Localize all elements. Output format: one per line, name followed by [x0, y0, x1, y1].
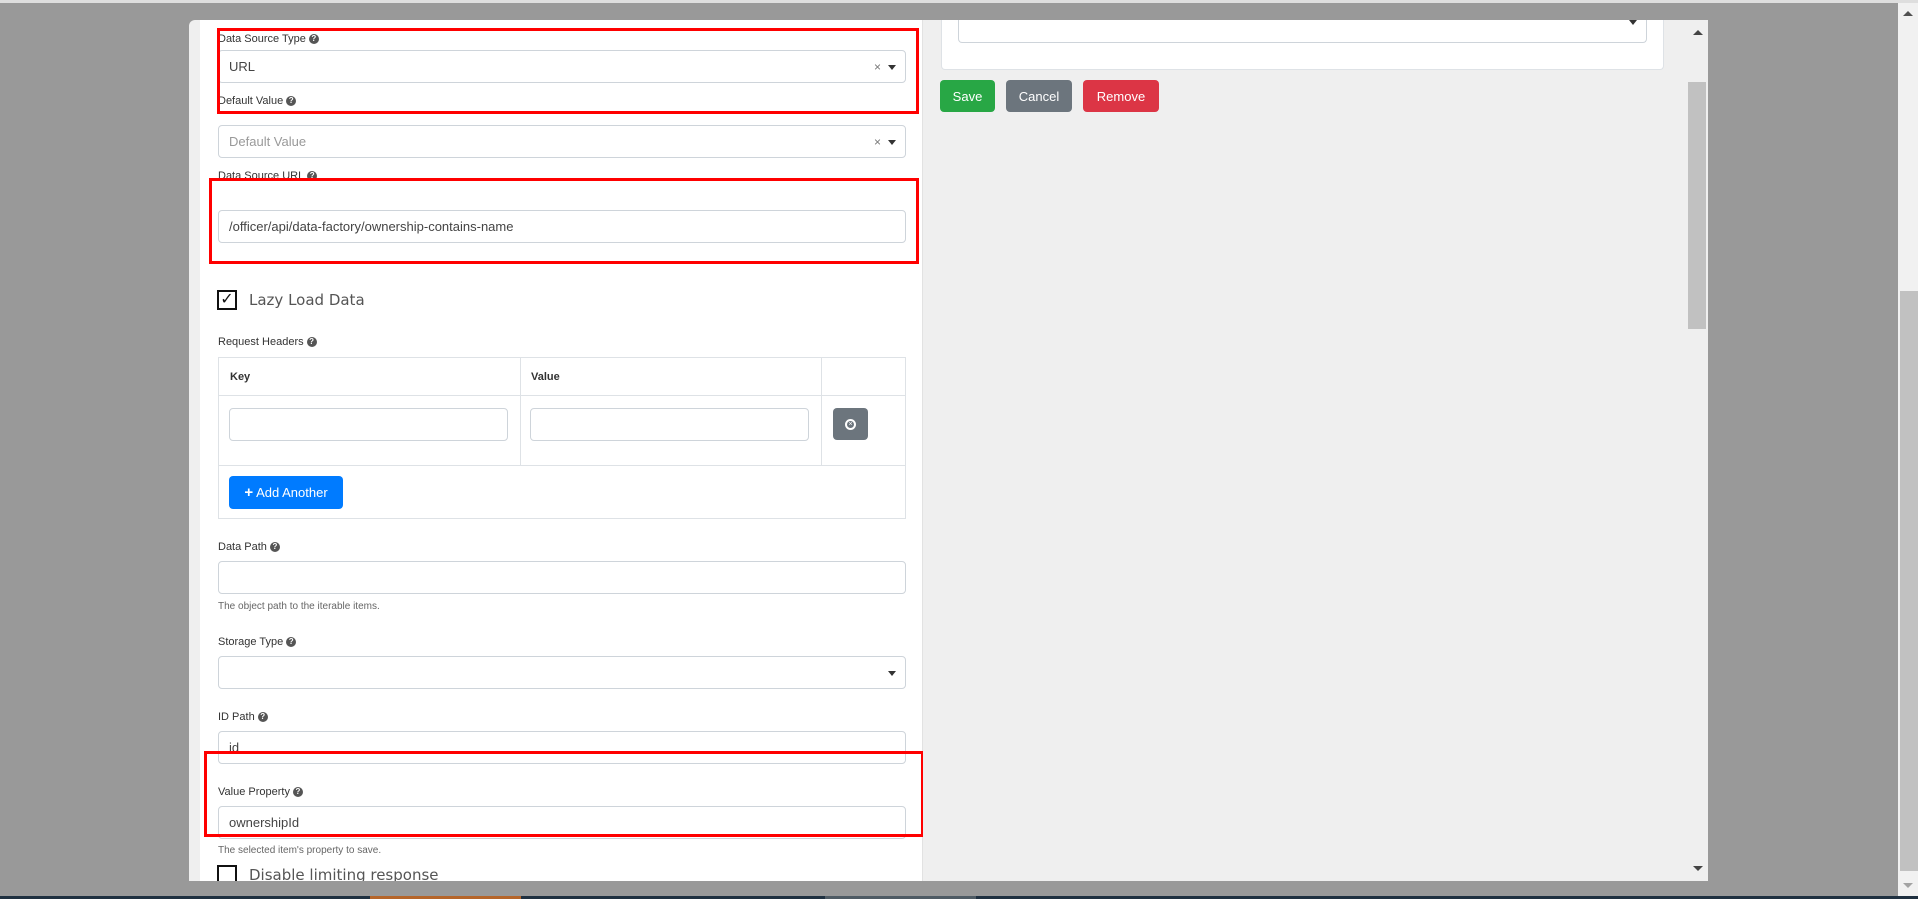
- page-scrollbar-thumb[interactable]: [1900, 291, 1918, 871]
- default-value-placeholder: Default Value: [229, 134, 307, 149]
- lazy-load-checkbox[interactable]: ✓: [217, 290, 237, 310]
- data-source-type-label-text: Data Source Type: [218, 33, 306, 45]
- id-path-label-text: ID Path: [218, 711, 255, 723]
- data-source-url-value: /officer/api/data-factory/ownership-cont…: [229, 219, 514, 234]
- value-property-help: The selected item's property to save.: [218, 845, 382, 856]
- remove-button[interactable]: Remove: [1083, 80, 1159, 112]
- value-property-input[interactable]: ownershipId: [218, 806, 906, 839]
- preview-card: [941, 20, 1664, 70]
- preview-select[interactable]: [958, 20, 1647, 43]
- scroll-down-arrow-icon[interactable]: [1903, 883, 1913, 888]
- browser-top-edge: [0, 0, 1918, 3]
- storage-type-label-text: Storage Type: [218, 636, 284, 648]
- data-source-url-label: Data Source URL ?: [218, 170, 318, 182]
- id-path-input[interactable]: id: [218, 731, 906, 764]
- request-headers-table: Key Value × + Add Another: [218, 357, 906, 519]
- page-scrollbar[interactable]: [1898, 3, 1918, 896]
- value-property-label: Value Property ?: [218, 786, 303, 798]
- scroll-up-arrow-icon[interactable]: [1903, 11, 1913, 16]
- question-circle-icon[interactable]: ?: [269, 542, 280, 552]
- clear-icon[interactable]: ×: [874, 60, 881, 74]
- column-header-value: Value: [531, 371, 560, 383]
- header-key-input[interactable]: [229, 408, 508, 441]
- component-settings-modal: Data Source Type ? URL × Default Value ?…: [189, 20, 1708, 881]
- scroll-up-arrow-icon[interactable]: [1693, 30, 1703, 35]
- preview-panel: Save Cancel Remove: [923, 20, 1688, 881]
- chevron-down-icon[interactable]: [888, 671, 896, 676]
- value-property-value: ownershipId: [229, 815, 300, 830]
- data-source-type-select[interactable]: URL ×: [218, 50, 906, 83]
- data-path-input[interactable]: [218, 561, 906, 594]
- chevron-down-icon[interactable]: [1629, 20, 1637, 25]
- modal-scrollbar-thumb[interactable]: [1688, 82, 1706, 329]
- column-header-key: Key: [230, 371, 251, 383]
- column-divider: [821, 358, 822, 465]
- default-value-label-text: Default Value: [218, 95, 284, 107]
- table-header-row: Key Value: [219, 358, 905, 396]
- modal-scrollbar[interactable]: [1688, 20, 1708, 881]
- cancel-button[interactable]: Cancel: [1006, 80, 1072, 112]
- default-value-label: Default Value ?: [218, 95, 297, 107]
- lazy-load-label: Lazy Load Data: [249, 291, 365, 309]
- data-source-url-input[interactable]: /officer/api/data-factory/ownership-cont…: [218, 210, 906, 243]
- question-circle-icon[interactable]: ?: [308, 34, 319, 44]
- data-path-label-text: Data Path: [218, 541, 267, 553]
- question-circle-icon[interactable]: ?: [292, 787, 303, 797]
- data-source-type-value: URL: [229, 59, 256, 74]
- clear-icon[interactable]: ×: [874, 135, 881, 149]
- header-value-input[interactable]: [530, 408, 809, 441]
- disable-limiting-checkbox-row[interactable]: Disable limiting response: [217, 865, 439, 881]
- question-circle-icon[interactable]: ?: [286, 96, 297, 106]
- id-path-label: ID Path ?: [218, 711, 268, 723]
- remove-circle-icon: ×: [845, 418, 856, 430]
- scroll-down-arrow-icon[interactable]: [1693, 866, 1703, 871]
- question-circle-icon[interactable]: ?: [307, 171, 318, 181]
- data-source-url-label-text: Data Source URL: [218, 170, 305, 182]
- question-circle-icon[interactable]: ?: [286, 637, 297, 647]
- add-another-label: Add Another: [256, 485, 328, 500]
- settings-form-panel: Data Source Type ? URL × Default Value ?…: [200, 20, 923, 881]
- column-divider: [520, 358, 521, 465]
- save-button[interactable]: Save: [940, 80, 995, 112]
- remove-header-row-button[interactable]: ×: [833, 408, 868, 440]
- lazy-load-checkbox-row[interactable]: ✓ Lazy Load Data: [217, 290, 365, 310]
- chevron-down-icon[interactable]: [888, 65, 896, 70]
- value-property-label-text: Value Property: [218, 786, 290, 798]
- add-another-button[interactable]: + Add Another: [229, 476, 343, 509]
- disable-limiting-label: Disable limiting response: [249, 866, 439, 881]
- data-path-label: Data Path ?: [218, 541, 280, 553]
- request-headers-label: Request Headers ?: [218, 336, 317, 348]
- question-circle-icon[interactable]: ?: [257, 712, 268, 722]
- question-circle-icon[interactable]: ?: [306, 337, 317, 347]
- table-row: ×: [219, 396, 905, 466]
- default-value-select[interactable]: Default Value ×: [218, 125, 906, 158]
- data-path-help: The object path to the iterable items.: [218, 601, 380, 612]
- data-source-type-label: Data Source Type ?: [218, 33, 319, 45]
- chevron-down-icon[interactable]: [888, 140, 896, 145]
- disable-limiting-checkbox[interactable]: [217, 865, 237, 881]
- id-path-value: id: [229, 740, 240, 755]
- plus-icon: +: [244, 484, 254, 501]
- storage-type-label: Storage Type ?: [218, 636, 297, 648]
- storage-type-select[interactable]: [218, 656, 906, 689]
- request-headers-label-text: Request Headers: [218, 336, 304, 348]
